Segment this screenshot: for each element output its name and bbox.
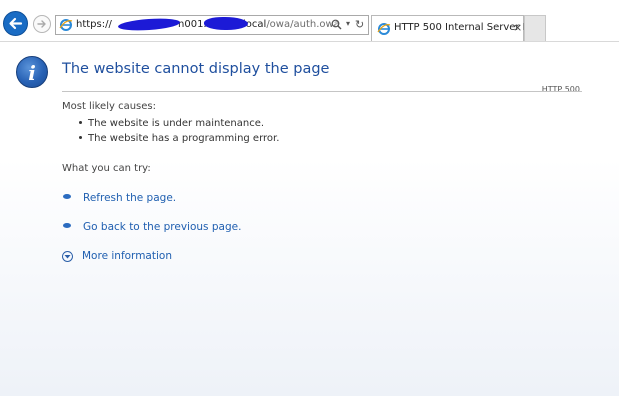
info-icon: i bbox=[16, 56, 48, 88]
new-tab-button[interactable] bbox=[524, 15, 546, 41]
address-dropdown-icon[interactable]: ▾ bbox=[346, 19, 350, 28]
cause-list-item: The website has a programming error. bbox=[79, 133, 279, 144]
chevron-down-icon bbox=[64, 255, 71, 259]
cause-text: The website is under maintenance. bbox=[88, 118, 265, 129]
back-arrow-icon bbox=[9, 17, 23, 30]
close-tab-icon[interactable]: × bbox=[513, 21, 522, 34]
causes-heading: Most likely causes: bbox=[62, 101, 156, 112]
chevron-down-circle-icon[interactable] bbox=[62, 251, 73, 262]
cause-text: The website has a programming error. bbox=[88, 133, 280, 144]
back-button[interactable] bbox=[3, 11, 28, 36]
url-path-suffix: /owa/auth.owa bbox=[266, 19, 340, 30]
toolbar-divider bbox=[0, 41, 619, 42]
tab-active[interactable]: HTTP 500 Internal Server Err... × bbox=[371, 15, 546, 41]
bullet-icon bbox=[79, 120, 82, 124]
bullet-icon bbox=[63, 223, 71, 228]
url-host-fragment: n001. bbox=[178, 19, 207, 30]
bullet-icon bbox=[79, 135, 82, 139]
forward-arrow-icon bbox=[37, 20, 46, 28]
cause-list-item: The website is under maintenance. bbox=[79, 118, 264, 129]
go-back-link[interactable]: Go back to the previous page. bbox=[83, 221, 241, 233]
page-title: The website cannot display the page bbox=[62, 61, 330, 77]
refresh-page-link[interactable]: Refresh the page. bbox=[83, 192, 176, 204]
title-divider bbox=[62, 91, 582, 92]
http-status-code: HTTP 500 bbox=[541, 85, 580, 94]
ie-page-icon bbox=[377, 23, 391, 35]
tab-title: HTTP 500 Internal Server Err... bbox=[394, 22, 546, 33]
ie-page-icon bbox=[59, 19, 73, 31]
search-icon[interactable] bbox=[331, 19, 342, 30]
more-information-link[interactable]: More information bbox=[82, 250, 172, 262]
url-scheme: https:// bbox=[76, 19, 112, 30]
refresh-icon[interactable]: ↻ bbox=[355, 18, 364, 31]
address-bar[interactable]: https:// n001. local/owa/auth.owa ▾ ↻ bbox=[55, 15, 369, 35]
browser-toolbar: https:// n001. local/owa/auth.owa ▾ ↻ HT… bbox=[0, 0, 619, 42]
try-heading: What you can try: bbox=[62, 163, 151, 174]
forward-button[interactable] bbox=[33, 15, 51, 33]
redaction-mark bbox=[117, 16, 181, 33]
url-path: local/owa/auth.owa bbox=[243, 19, 340, 30]
bullet-icon bbox=[63, 194, 71, 199]
redaction-mark bbox=[204, 17, 248, 30]
info-glyph: i bbox=[28, 61, 36, 85]
